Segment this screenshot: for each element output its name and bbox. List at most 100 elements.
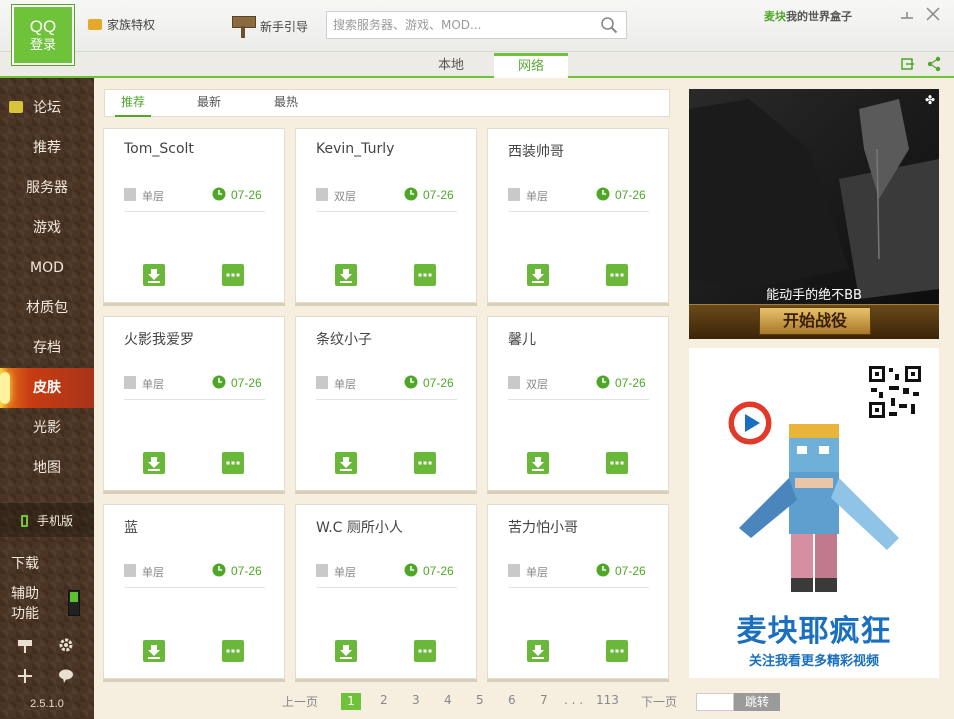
skin-card[interactable]: 西装帅哥单层07-26 [487, 128, 669, 303]
page-1[interactable]: 1 [341, 693, 361, 710]
page-last[interactable]: 113 [596, 693, 619, 707]
promo-ad-banner[interactable]: 麦块耶疯狂 关注我看更多精彩视频 [689, 348, 939, 678]
move-icon[interactable] [17, 668, 33, 684]
tab-local[interactable]: 本地 [414, 53, 488, 78]
more-options-button[interactable] [606, 264, 628, 286]
skin-card[interactable]: 馨儿双层07-26 [487, 316, 669, 491]
skin-name: Kevin_Turly [316, 141, 394, 157]
skin-meta: 单层07-26 [508, 562, 649, 588]
download-button[interactable] [335, 452, 357, 474]
qr-code-icon [867, 364, 923, 420]
page-jump-input[interactable] [696, 693, 734, 711]
download-button[interactable] [527, 264, 549, 286]
start-campaign-button[interactable]: 开始战役 [759, 307, 871, 335]
app-brand: 麦块我的世界盒子 [764, 8, 852, 24]
download-icon [527, 264, 549, 286]
download-button[interactable] [335, 264, 357, 286]
page-3[interactable]: 3 [412, 693, 420, 707]
sidebar-item-skins[interactable]: 皮肤 [0, 368, 94, 408]
sidebar-item-mod[interactable]: MOD [0, 248, 94, 288]
share-icon[interactable] [926, 56, 942, 72]
signpost-icon[interactable] [17, 638, 33, 654]
clock-icon [404, 563, 418, 577]
chat-bubble-icon[interactable] [58, 668, 74, 684]
skin-card[interactable]: W.C 厕所小人单层07-26 [295, 504, 477, 679]
download-link[interactable]: 下载 [11, 553, 39, 573]
assist-toggle-knob [70, 592, 78, 602]
qq-login-button[interactable]: QQ 登录 [12, 5, 74, 65]
more-options-button[interactable] [414, 640, 436, 662]
download-button[interactable] [143, 452, 165, 474]
skin-card[interactable]: Kevin_Turly双层07-26 [295, 128, 477, 303]
page-7[interactable]: 7 [540, 693, 548, 707]
sidebar-item-games[interactable]: 游戏 [0, 208, 94, 248]
page-4[interactable]: 4 [444, 693, 452, 707]
download-button[interactable] [527, 640, 549, 662]
gear-icon[interactable] [58, 637, 74, 653]
more-options-button[interactable] [606, 452, 628, 474]
skin-meta: 单层07-26 [316, 562, 457, 588]
skin-meta: 单层07-26 [124, 186, 265, 212]
close-icon[interactable] [924, 5, 942, 23]
download-button[interactable] [143, 640, 165, 662]
assist-toggle[interactable] [68, 590, 80, 616]
skin-name: 条纹小子 [316, 329, 372, 349]
mobile-version-button[interactable]: 手机版 [0, 502, 94, 538]
sidebar-item-maps[interactable]: 地图 [0, 448, 94, 488]
more-options-button[interactable] [414, 264, 436, 286]
more-options-button[interactable] [414, 452, 436, 474]
skin-layer-type: 单层 [142, 564, 164, 580]
page-ellipsis: . . . [564, 693, 583, 707]
tab-recommend[interactable]: 推荐 [115, 90, 151, 117]
skin-date: 07-26 [615, 564, 646, 578]
prev-page-link[interactable]: 上一页 [282, 693, 318, 710]
bookmark-icon [316, 188, 328, 201]
family-privilege-link[interactable]: 家族特权 [88, 16, 155, 33]
search-icon[interactable] [600, 16, 618, 34]
family-privilege-label: 家族特权 [107, 18, 155, 32]
search-input[interactable] [327, 12, 592, 38]
beginner-guide-link[interactable]: 新手引导 [232, 14, 308, 38]
skin-card[interactable]: 条纹小子单层07-26 [295, 316, 477, 491]
download-button[interactable] [143, 264, 165, 286]
sidebar-item-recommend[interactable]: 推荐 [0, 128, 94, 168]
clock-icon [596, 187, 610, 201]
next-page-link[interactable]: 下一页 [641, 693, 677, 710]
page-5[interactable]: 5 [476, 693, 484, 707]
more-options-button[interactable] [606, 640, 628, 662]
skin-name: 火影我爱罗 [124, 329, 194, 349]
page-2[interactable]: 2 [380, 693, 388, 707]
page-jump-button[interactable]: 跳转 [734, 693, 780, 711]
export-icon[interactable] [899, 56, 915, 72]
more-options-button[interactable] [222, 264, 244, 286]
download-icon [335, 264, 357, 286]
guide-label: 新手引导 [260, 20, 308, 34]
skin-card[interactable]: 苦力怕小哥单层07-26 [487, 504, 669, 679]
page-6[interactable]: 6 [508, 693, 516, 707]
bookmark-icon [508, 188, 520, 201]
download-button[interactable] [527, 452, 549, 474]
skin-layer-type: 单层 [526, 188, 548, 204]
sidebar-item-saves[interactable]: 存档 [0, 328, 94, 368]
more-options-button[interactable] [222, 452, 244, 474]
tab-hottest[interactable]: 最热 [268, 90, 304, 117]
sidebar-item-shaders[interactable]: 光影 [0, 408, 94, 448]
pagination: 上一页 1 2 3 4 5 6 7 . . . 113 下一页 跳转 [94, 690, 688, 714]
minimize-icon[interactable] [898, 6, 916, 24]
skin-card[interactable]: 蓝单层07-26 [103, 504, 285, 679]
skin-name: 馨儿 [508, 329, 536, 349]
more-options-button[interactable] [222, 640, 244, 662]
sidebar-item-texture-packs[interactable]: 材质包 [0, 288, 94, 328]
sidebar-item-label: 论坛 [33, 100, 61, 116]
bookmark-icon [316, 376, 328, 389]
tab-newest[interactable]: 最新 [191, 90, 227, 117]
skin-card[interactable]: 火影我爱罗单层07-26 [103, 316, 285, 491]
tab-network[interactable]: 网络 [494, 53, 568, 78]
video-ad-banner[interactable]: ✤ 能动手的绝不BB 开始战役 [689, 89, 939, 339]
skin-card[interactable]: Tom_Scolt单层07-26 [103, 128, 285, 303]
download-icon [143, 452, 165, 474]
more-icon [414, 640, 436, 662]
sidebar-item-forum[interactable]: 论坛 [0, 88, 94, 128]
sidebar-item-servers[interactable]: 服务器 [0, 168, 94, 208]
download-button[interactable] [335, 640, 357, 662]
